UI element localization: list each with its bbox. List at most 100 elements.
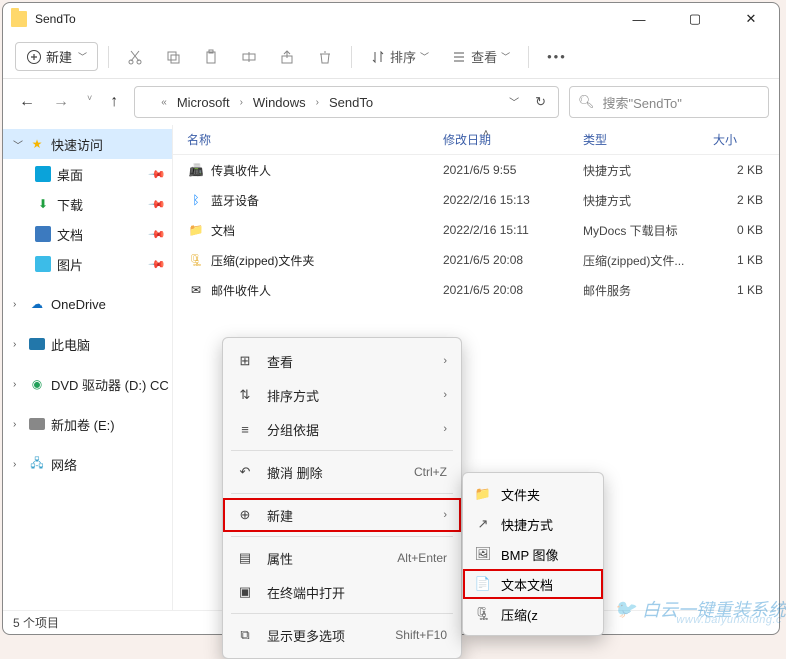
sidebar-volume[interactable]: ›新加卷 (E:) xyxy=(3,409,172,439)
cut-button[interactable] xyxy=(119,45,151,69)
chevron-down-icon: ﹀ xyxy=(501,50,510,63)
view-label: 查看 xyxy=(471,47,497,66)
ctx-new[interactable]: ⊕新建› xyxy=(223,498,461,532)
sidebar-quick-access[interactable]: ﹀ ★ 快速访问 xyxy=(3,129,172,159)
col-date[interactable]: 修改日期 xyxy=(443,131,583,148)
zip-icon: 🗜 xyxy=(475,606,491,622)
chevron-right-icon: › xyxy=(443,355,447,367)
chevron-right-icon: › xyxy=(13,459,23,470)
dropdown-button[interactable]: ﹀ xyxy=(509,94,519,110)
sidebar-pictures[interactable]: 图片📌 xyxy=(3,249,172,279)
shortcut-icon: ↗ xyxy=(475,516,491,532)
folder-icon: 📁 xyxy=(187,222,205,238)
sidebar-documents[interactable]: 文档📌 xyxy=(3,219,172,249)
nav-arrows: ← → ˅ ↑ xyxy=(13,93,124,111)
fax-icon: 📠 xyxy=(187,162,205,178)
view-button[interactable]: 查看 ﹀ xyxy=(443,43,518,70)
new-submenu: 📁文件夹 ↗快捷方式 🖼BMP 图像 📄文本文档 🗜压缩(z xyxy=(462,472,604,636)
file-row[interactable]: ✉邮件收件人2021/6/5 20:08邮件服务1 KB xyxy=(173,275,779,305)
more-button[interactable]: ••• xyxy=(539,45,575,68)
sub-new-bmp[interactable]: 🖼BMP 图像 xyxy=(463,539,603,569)
more-icon: ⧉ xyxy=(237,627,253,643)
copy-icon xyxy=(165,49,181,65)
search-placeholder: 搜索"SendTo" xyxy=(603,93,682,112)
bluetooth-icon: ᛒ xyxy=(187,192,205,208)
sidebar-onedrive[interactable]: ›☁OneDrive xyxy=(3,289,172,319)
cloud-icon: ☁ xyxy=(29,296,45,312)
pc-icon xyxy=(29,338,45,350)
breadcrumb[interactable]: « Microsoft › Windows › SendTo ﹀ ↻ xyxy=(134,86,559,118)
pin-icon: 📌 xyxy=(148,165,167,184)
folder-icon xyxy=(141,95,157,109)
document-icon xyxy=(35,226,51,242)
pin-icon: 📌 xyxy=(148,225,167,244)
sidebar: ﹀ ★ 快速访问 桌面📌 ⬇下载📌 文档📌 图片📌 ›☁OneDrive ›此电… xyxy=(3,125,173,610)
download-icon: ⬇ xyxy=(35,196,51,212)
sidebar-network[interactable]: ›🖧网络 xyxy=(3,449,172,479)
col-type[interactable]: 类型 xyxy=(583,131,713,148)
paste-button[interactable] xyxy=(195,45,227,69)
chevron-right-icon: › xyxy=(443,389,447,401)
ellipsis-icon: ••• xyxy=(547,49,567,64)
chevron-right-icon: › xyxy=(13,379,23,390)
sidebar-this-pc[interactable]: ›此电脑 xyxy=(3,329,172,359)
ctx-terminal[interactable]: ▣在终端中打开 xyxy=(223,575,461,609)
chevron-down-icon: ﹀ xyxy=(13,137,23,152)
paste-icon xyxy=(203,49,219,65)
parent-button[interactable]: ↑ xyxy=(110,93,118,111)
file-row[interactable]: 📁文档2022/2/16 15:11MyDocs 下载目标0 KB xyxy=(173,215,779,245)
group-icon: ≡ xyxy=(237,422,253,437)
sidebar-label: 快速访问 xyxy=(51,135,103,154)
col-name[interactable]: 名称 xyxy=(187,131,443,148)
delete-button[interactable] xyxy=(309,45,341,69)
minimize-button[interactable]: ― xyxy=(619,5,659,33)
search-icon: 🔍︎ xyxy=(578,94,595,110)
up-button[interactable]: ˅ xyxy=(87,93,92,111)
sub-new-folder[interactable]: 📁文件夹 xyxy=(463,479,603,509)
file-row[interactable]: 📠传真收件人2021/6/5 9:55快捷方式2 KB xyxy=(173,155,779,185)
sort-icon: ⇅ xyxy=(237,387,253,403)
bc-seg-2[interactable]: SendTo xyxy=(323,93,379,112)
sub-new-zip[interactable]: 🗜压缩(z xyxy=(463,599,603,629)
share-button[interactable] xyxy=(271,45,303,69)
sub-new-txt[interactable]: 📄文本文档 xyxy=(463,569,603,599)
ctx-properties[interactable]: ▤属性Alt+Enter xyxy=(223,541,461,575)
grid-icon: ⊞ xyxy=(237,353,253,369)
ctx-group[interactable]: ≡分组依据› xyxy=(223,412,461,446)
sort-caret-icon: ˄ xyxy=(483,128,489,139)
trash-icon xyxy=(317,49,333,65)
folder-icon: 📁 xyxy=(475,486,491,502)
refresh-button[interactable]: ↻ xyxy=(535,94,546,110)
file-row[interactable]: 🗜压缩(zipped)文件夹2021/6/5 20:08压缩(zipped)文件… xyxy=(173,245,779,275)
sort-button[interactable]: 排序 ﹀ xyxy=(362,43,437,70)
forward-button[interactable]: → xyxy=(53,93,69,111)
chevron-right-icon: › xyxy=(13,419,23,430)
ctx-view[interactable]: ⊞查看› xyxy=(223,344,461,378)
bc-seg-0[interactable]: Microsoft xyxy=(171,93,236,112)
drive-icon xyxy=(29,418,45,430)
sidebar-dvd[interactable]: ›◉DVD 驱动器 (D:) CC xyxy=(3,369,172,399)
chevron-right-icon: › xyxy=(316,97,319,108)
folder-icon xyxy=(11,11,27,27)
file-row[interactable]: ᛒ蓝牙设备2022/2/16 15:13快捷方式2 KB xyxy=(173,185,779,215)
ctx-undo[interactable]: ↶撤消 删除Ctrl+Z xyxy=(223,455,461,489)
maximize-button[interactable]: ▢ xyxy=(675,5,715,33)
back-button[interactable]: ← xyxy=(19,93,35,111)
properties-icon: ▤ xyxy=(237,550,253,566)
ctx-more[interactable]: ⧉显示更多选项Shift+F10 xyxy=(223,618,461,652)
close-button[interactable]: ✕ xyxy=(731,5,771,33)
search-input[interactable]: 🔍︎ 搜索"SendTo" xyxy=(569,86,769,118)
bc-overflow[interactable]: « xyxy=(161,97,167,108)
bc-seg-1[interactable]: Windows xyxy=(247,93,312,112)
sidebar-desktop[interactable]: 桌面📌 xyxy=(3,159,172,189)
sidebar-downloads[interactable]: ⬇下载📌 xyxy=(3,189,172,219)
chevron-down-icon: ﹀ xyxy=(78,50,87,63)
col-size[interactable]: 大小 xyxy=(713,131,779,148)
rename-button[interactable] xyxy=(233,45,265,69)
copy-button[interactable] xyxy=(157,45,189,69)
ctx-sort[interactable]: ⇅排序方式› xyxy=(223,378,461,412)
new-button[interactable]: 新建 ﹀ xyxy=(15,42,98,71)
network-icon: 🖧 xyxy=(29,456,45,472)
undo-icon: ↶ xyxy=(237,464,253,480)
sub-new-shortcut[interactable]: ↗快捷方式 xyxy=(463,509,603,539)
